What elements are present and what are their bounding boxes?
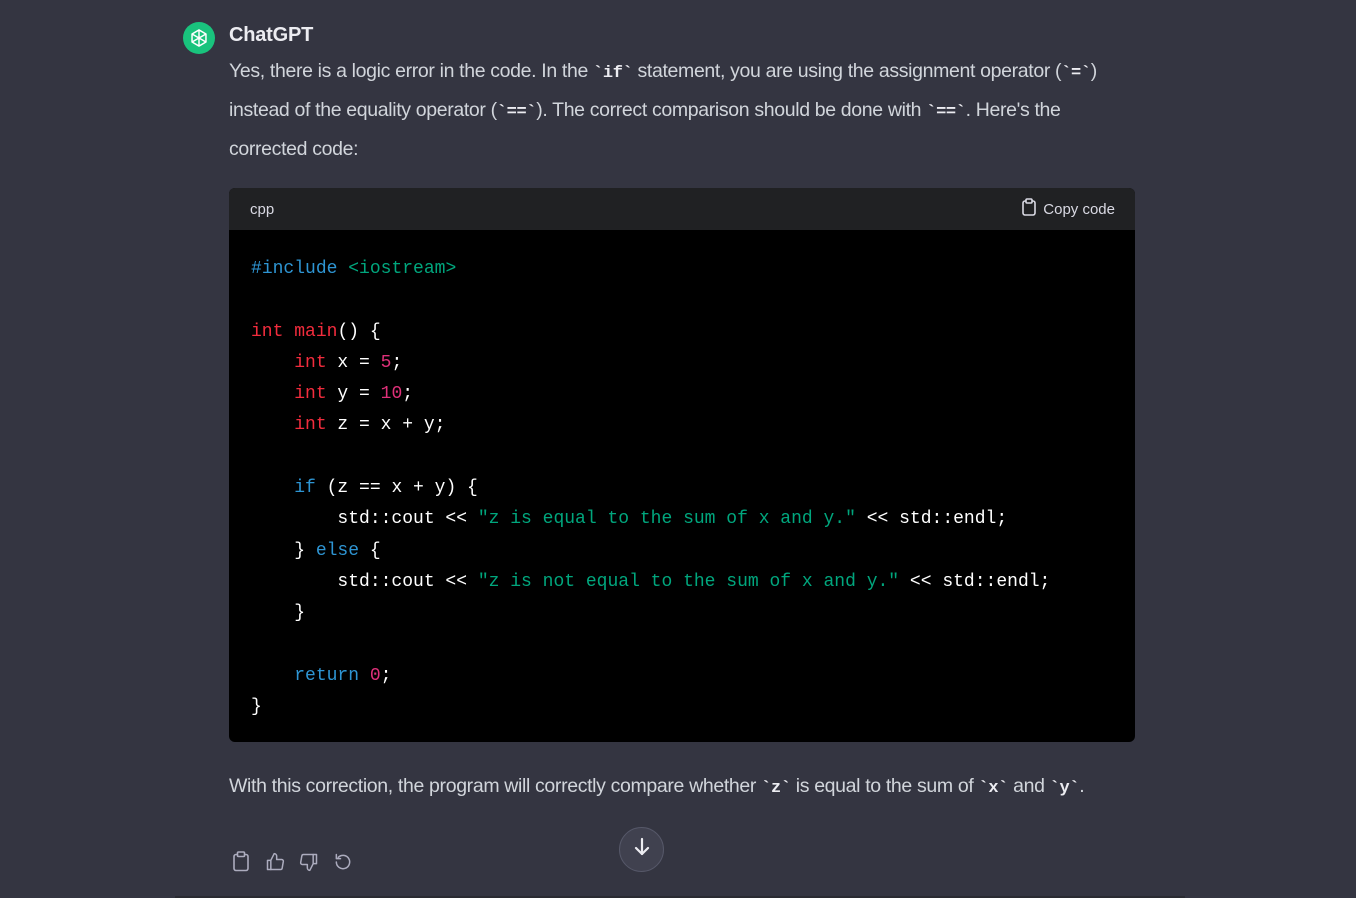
code-token: ; (402, 384, 414, 405)
code-token: "z is equal to the sum of x and y." (477, 509, 856, 530)
code-content: #include <iostream> int main() { int x =… (251, 254, 1050, 723)
code-line: int main() { (251, 322, 381, 342)
thumbs-down-icon (299, 852, 319, 877)
code-block-header: cpp Copy code (229, 188, 1135, 230)
code-token: 5 (380, 352, 392, 373)
code-token: 0 (369, 665, 381, 686)
inline-code: `y` (1049, 779, 1080, 798)
code-token: } (251, 540, 316, 561)
code-token: else (315, 540, 360, 561)
regenerate-button[interactable] (332, 852, 353, 876)
openai-logo-icon (183, 22, 215, 54)
code-token: int (294, 415, 327, 436)
code-line: if (z == x + y) { (251, 478, 478, 498)
thumbs-down-button[interactable] (298, 852, 319, 876)
code-line: } (251, 603, 305, 623)
message-actions (230, 851, 353, 877)
thumbs-up-icon (265, 852, 285, 877)
code-token: return (294, 665, 360, 686)
code-token: if (294, 478, 316, 499)
code-token: ; (380, 665, 392, 686)
code-token: main (294, 321, 338, 342)
assistant-message: ChatGPT Yes, there is a logic error in t… (0, 0, 1356, 898)
scroll-to-bottom-button[interactable] (619, 827, 664, 872)
code-token: x = (326, 352, 381, 373)
text-span: With this correction, the program will c… (229, 775, 762, 797)
code-token: 10 (380, 384, 403, 405)
code-token: z = x + y; (326, 415, 446, 436)
code-line: int x = 5; (251, 353, 402, 373)
code-token: { (359, 540, 381, 561)
code-token: (z == x + y) { (315, 478, 478, 499)
code-token: y = (326, 384, 381, 405)
code-token: include (261, 259, 338, 279)
inline-code: `==` (926, 103, 966, 122)
code-token: int (294, 384, 327, 405)
code-language-label: cpp (250, 200, 275, 218)
outro-paragraph: With this correction, the program will c… (229, 768, 1129, 807)
code-token: int (251, 321, 284, 342)
code-token: std::cout << (251, 509, 478, 530)
text-span: is equal to the sum of (790, 775, 979, 797)
code-token: "z is not equal to the sum of x and y." (477, 571, 900, 592)
code-token: <iostream> (348, 259, 457, 279)
code-line: return 0; (251, 666, 391, 686)
inline-code: `=` (1061, 64, 1091, 83)
code-line: int y = 10; (251, 384, 413, 404)
inline-code: `z` (761, 779, 791, 798)
text-span: and (1008, 775, 1050, 797)
text-span: ). The correct comparison should be done… (536, 99, 927, 121)
intro-paragraph: Yes, there is a logic error in the code.… (229, 53, 1129, 168)
copy-code-button[interactable]: Copy code (1021, 198, 1115, 220)
code-token: << std::endl; (899, 571, 1051, 592)
code-token: () { (337, 321, 381, 342)
code-line: int z = x + y; (251, 415, 445, 435)
code-token: int (294, 352, 327, 373)
thumbs-up-button[interactable] (264, 852, 285, 876)
message-author: ChatGPT (229, 24, 314, 46)
code-token: ; (391, 352, 403, 373)
text-span: . (1079, 775, 1085, 797)
inline-code: `if` (593, 64, 633, 83)
inline-code: `x` (978, 779, 1009, 798)
text-span: statement, you are using the assignment … (632, 60, 1062, 82)
code-block: cpp Copy code #include <iostream> int ma… (229, 188, 1135, 742)
refresh-icon (333, 852, 353, 877)
code-line: #include <iostream> (251, 259, 456, 279)
text-span: Yes, there is a logic error in the code.… (229, 60, 594, 82)
copy-message-button[interactable] (230, 851, 251, 877)
code-token: std::cout << (251, 571, 478, 592)
inline-code: `==` (496, 103, 537, 122)
code-line: } else { (251, 540, 381, 561)
code-line: } (251, 697, 262, 717)
code-token: << std::endl; (855, 509, 1008, 530)
clipboard-icon (232, 851, 250, 877)
arrow-down-icon (633, 837, 651, 862)
code-line: std::cout << "z is not equal to the sum … (251, 572, 1050, 592)
code-token: # (251, 259, 262, 279)
code-token: } (251, 697, 262, 718)
copy-code-label: Copy code (1043, 200, 1115, 218)
code-line: std::cout << "z is equal to the sum of x… (251, 509, 1007, 529)
code-token: } (251, 603, 306, 624)
clipboard-icon (1021, 198, 1037, 220)
